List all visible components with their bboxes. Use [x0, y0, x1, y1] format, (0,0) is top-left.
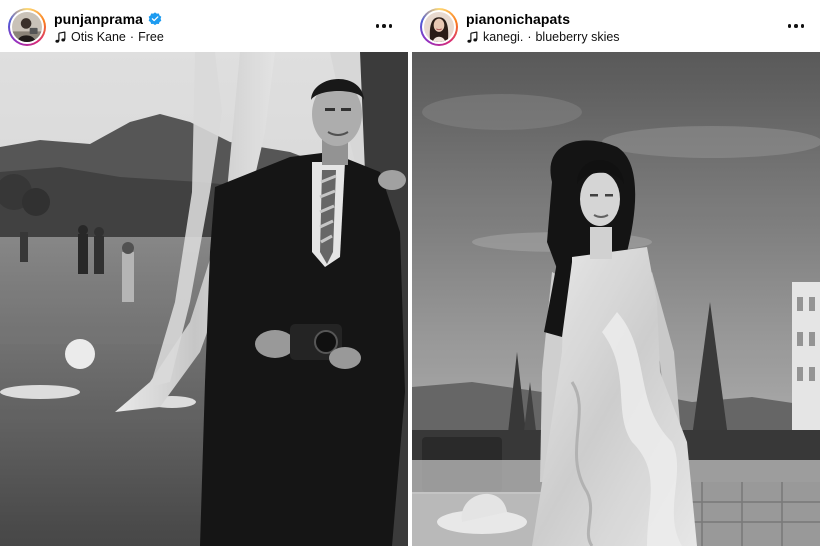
avatar[interactable] [12, 12, 42, 42]
avatar[interactable] [424, 12, 454, 42]
music-track[interactable]: blueberry skies [535, 30, 619, 44]
music-attribution[interactable]: kanegi. · blueberry skies [466, 29, 620, 45]
music-artist[interactable]: kanegi. [483, 30, 523, 44]
post-header: pianonichapats kanegi. · blueberry skies [412, 0, 820, 52]
username[interactable]: punjanprama [54, 11, 143, 27]
verified-badge-icon [148, 12, 162, 26]
photo-man-in-suit [0, 52, 408, 546]
post-photo[interactable] [0, 52, 408, 546]
music-track[interactable]: Free [138, 30, 164, 44]
post-header: punjanprama Otis Kane · Free [0, 0, 408, 52]
music-separator: · [129, 30, 135, 44]
username[interactable]: pianonichapats [466, 11, 570, 27]
music-note-icon [55, 30, 66, 43]
more-horizontal-icon [375, 24, 380, 28]
more-horizontal-icon [787, 24, 792, 28]
story-ring[interactable] [420, 8, 458, 46]
more-options-button[interactable] [784, 16, 808, 36]
music-attribution[interactable]: Otis Kane · Free [54, 29, 164, 45]
post-punjanprama: punjanprama Otis Kane · Free [0, 0, 408, 546]
music-artist[interactable]: Otis Kane [71, 30, 126, 44]
story-ring[interactable] [8, 8, 46, 46]
more-options-button[interactable] [372, 16, 396, 36]
photo-woman-in-dress [412, 52, 820, 546]
post-photo[interactable] [412, 52, 820, 546]
post-pianonichapats: pianonichapats kanegi. · blueberry skies [412, 0, 820, 546]
music-note-icon [467, 30, 478, 43]
music-separator: · [527, 30, 532, 44]
